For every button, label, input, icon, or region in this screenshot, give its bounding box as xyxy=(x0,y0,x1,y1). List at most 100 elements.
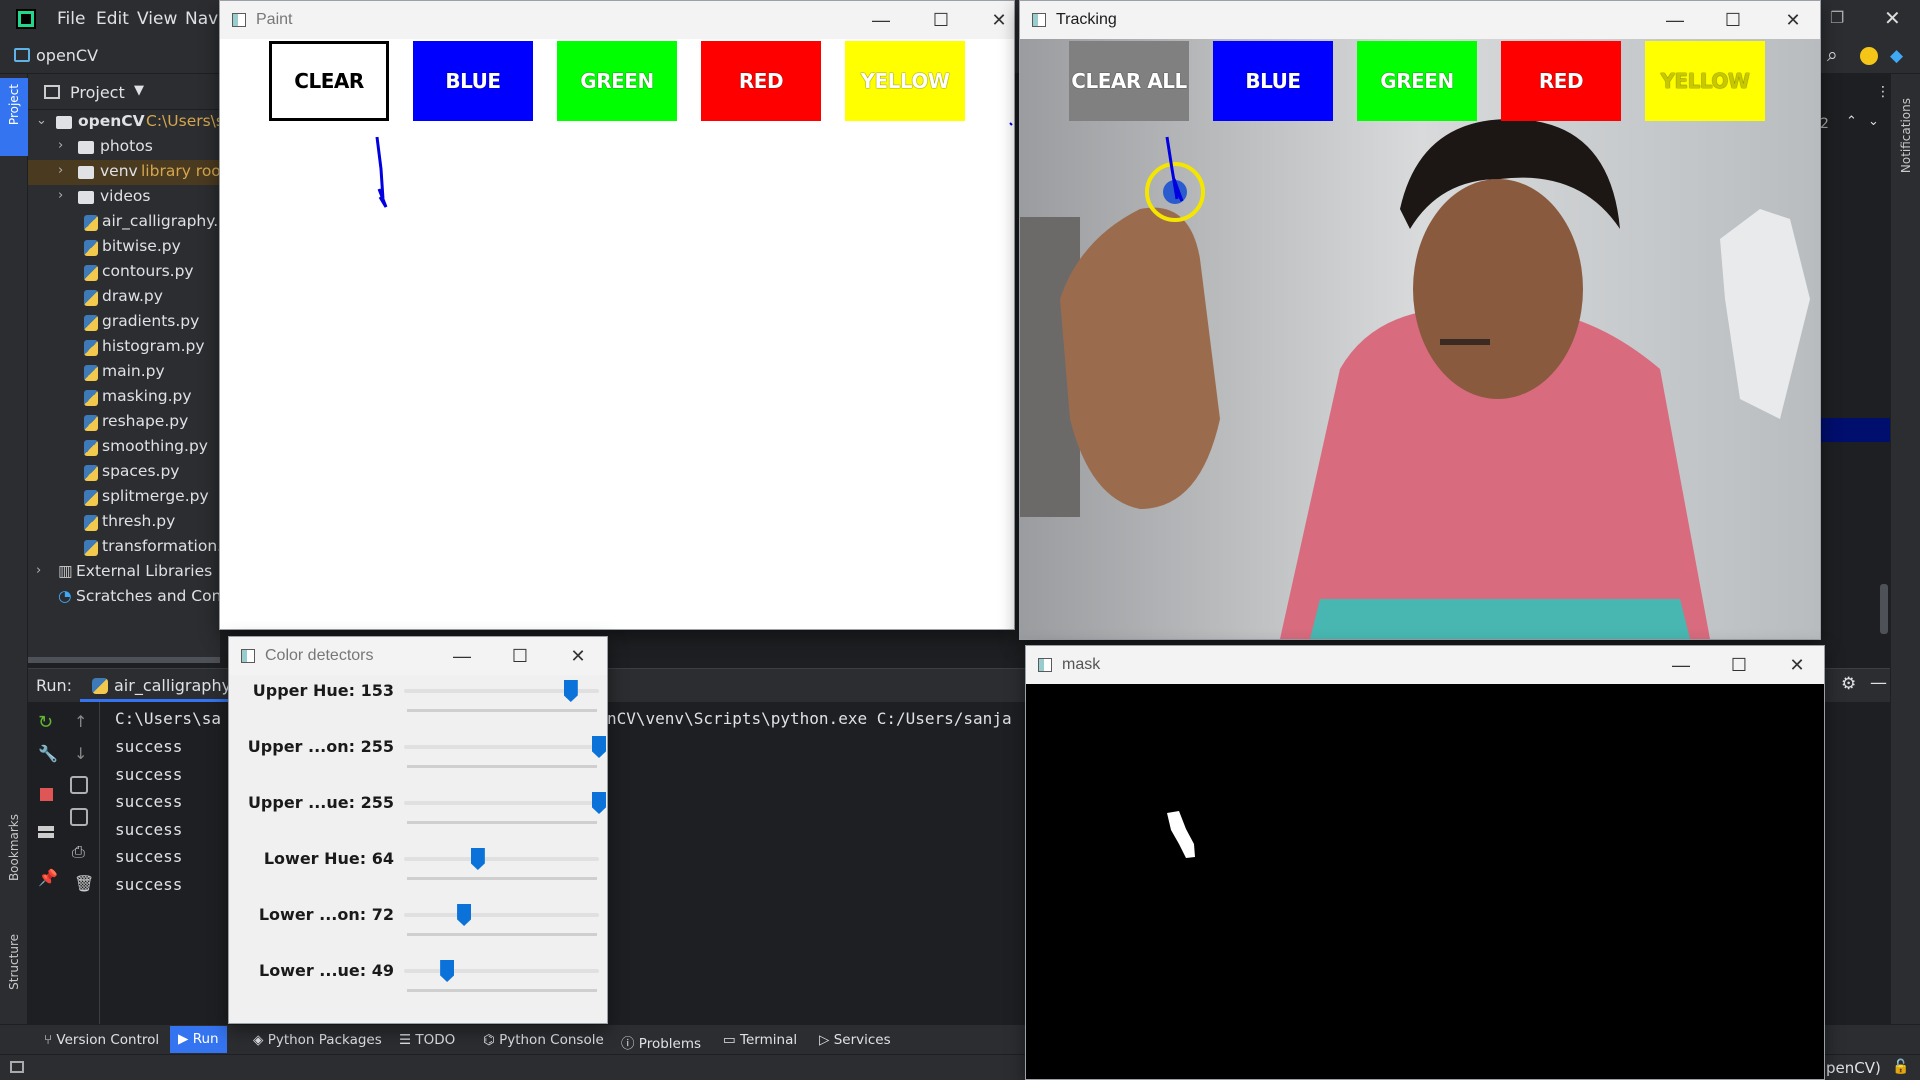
tab-python-packages[interactable]: ◈ Python Packages xyxy=(253,1032,382,1048)
more-options-icon[interactable]: ⋮ xyxy=(1876,84,1890,100)
menu-file[interactable]: File xyxy=(57,9,85,29)
chevron-right-icon[interactable]: › xyxy=(58,163,63,178)
tree-item[interactable]: air_calligraphy.p xyxy=(28,210,220,235)
trackbar-thumb[interactable] xyxy=(470,848,485,870)
tree-item[interactable]: › venv library roo xyxy=(28,160,220,185)
close-icon[interactable]: ✕ xyxy=(1782,652,1812,678)
tab-terminal[interactable]: ▭ Terminal xyxy=(723,1032,797,1048)
tree-item[interactable]: masking.py xyxy=(28,385,220,410)
color-button-clear-all[interactable]: CLEAR ALL xyxy=(1069,41,1189,121)
tree-item[interactable]: thresh.py xyxy=(28,510,220,535)
color-button-red[interactable]: RED xyxy=(1501,41,1621,121)
minimize-icon[interactable]: — xyxy=(1660,7,1690,33)
settings-gear-icon[interactable]: ⚙ xyxy=(1841,674,1856,694)
pin-icon[interactable]: 📌 xyxy=(38,868,58,887)
tree-item[interactable]: spaces.py xyxy=(28,460,220,485)
lock-icon[interactable]: 🔓 xyxy=(1892,1059,1909,1075)
project-name[interactable]: openCV xyxy=(36,46,98,65)
trackbar-track[interactable] xyxy=(404,857,599,861)
trackbar-thumb[interactable] xyxy=(440,960,455,982)
chevron-up-icon[interactable]: ⌃ xyxy=(1846,114,1857,129)
soft-wrap-icon[interactable] xyxy=(70,776,88,794)
tree-item[interactable]: reshape.py xyxy=(28,410,220,435)
print-icon[interactable]: ⎙ xyxy=(72,842,85,862)
chevron-right-icon[interactable]: › xyxy=(58,138,63,153)
color-button-green[interactable]: GREEN xyxy=(1357,41,1477,121)
minimize-icon[interactable]: — xyxy=(866,7,896,33)
color-detectors-titlebar[interactable]: Color detectors — ☐ ✕ xyxy=(229,637,607,675)
project-stripe-button[interactable]: Project xyxy=(0,78,28,156)
close-icon[interactable]: ✕ xyxy=(1884,6,1901,30)
color-button-yellow[interactable]: YELLOW xyxy=(1645,41,1765,121)
restore-icon[interactable]: ❐ xyxy=(1830,8,1844,27)
tab-services[interactable]: ▷ Services xyxy=(819,1032,891,1048)
trackbar-track[interactable] xyxy=(404,745,599,749)
wrench-icon[interactable]: 🔧 xyxy=(38,744,58,763)
structure-stripe-label[interactable]: Structure xyxy=(7,934,21,990)
search-icon[interactable]: ⌕ xyxy=(1827,44,1838,66)
trackbar-thumb[interactable] xyxy=(457,904,472,926)
stop-icon[interactable] xyxy=(40,788,53,801)
chevron-right-icon[interactable]: › xyxy=(36,563,41,578)
tree-item[interactable]: transformation.p xyxy=(28,535,220,560)
menu-view[interactable]: View xyxy=(137,9,177,29)
minimize-icon[interactable]: — xyxy=(447,643,477,669)
tree-item[interactable]: ◔ Scratches and Cons xyxy=(28,585,220,610)
menu-edit[interactable]: Edit xyxy=(96,9,129,29)
maximize-icon[interactable]: ☐ xyxy=(1724,652,1754,678)
update-icon[interactable] xyxy=(1860,47,1878,65)
trackbar-track[interactable] xyxy=(404,801,599,805)
tree-item[interactable]: › photos xyxy=(28,135,220,160)
tree-item[interactable]: main.py xyxy=(28,360,220,385)
notifications-stripe-label[interactable]: Notifications xyxy=(1899,98,1913,173)
tree-item[interactable]: › videos xyxy=(28,185,220,210)
horizontal-scrollbar[interactable] xyxy=(28,657,220,663)
menu-navigate[interactable]: Navi xyxy=(185,9,223,29)
trash-icon[interactable]: 🗑 xyxy=(74,874,94,893)
tree-item[interactable]: ⌄ openCV C:\Users\s xyxy=(28,110,220,135)
arrow-down-icon[interactable]: ↓ xyxy=(74,744,87,763)
color-button-blue[interactable]: BLUE xyxy=(1213,41,1333,121)
trackbar-thumb[interactable] xyxy=(592,792,606,814)
trackbar-thumb[interactable] xyxy=(563,680,578,702)
maximize-icon[interactable]: ☐ xyxy=(1718,7,1748,33)
tree-item[interactable]: histogram.py xyxy=(28,335,220,360)
rerun-icon[interactable]: ↻ xyxy=(38,712,53,733)
close-icon[interactable]: ✕ xyxy=(1778,7,1808,33)
jetbrains-ai-icon[interactable]: ◆ xyxy=(1890,46,1903,66)
tree-item[interactable]: bitwise.py xyxy=(28,235,220,260)
project-view-title[interactable]: Project xyxy=(70,83,125,102)
layout-icon[interactable] xyxy=(38,826,54,838)
tree-item[interactable]: › ▥ External Libraries xyxy=(28,560,220,585)
tree-item[interactable]: contours.py xyxy=(28,260,220,285)
tab-python-console[interactable]: ⌬ Python Console xyxy=(483,1032,604,1048)
bookmarks-stripe-label[interactable]: Bookmarks xyxy=(7,814,21,881)
trackbar-thumb[interactable] xyxy=(592,736,606,758)
chevron-down-icon[interactable]: ▼ xyxy=(134,83,144,98)
editor-scrollbar[interactable] xyxy=(1880,584,1888,634)
chevron-down-icon[interactable]: ⌄ xyxy=(1868,114,1879,129)
tree-item[interactable]: draw.py xyxy=(28,285,220,310)
run-tab-air-calligraphy[interactable]: air_calligraphy xyxy=(80,670,231,702)
paint-titlebar[interactable]: Paint — ☐ ✕ xyxy=(220,1,1014,39)
mask-titlebar[interactable]: mask — ☐ ✕ xyxy=(1026,646,1824,684)
arrow-up-icon[interactable]: ↑ xyxy=(74,712,87,731)
scroll-to-end-icon[interactable] xyxy=(70,808,88,826)
maximize-icon[interactable]: ☐ xyxy=(505,643,535,669)
maximize-icon[interactable]: ☐ xyxy=(926,7,956,33)
chevron-right-icon[interactable]: › xyxy=(58,188,63,203)
minimize-panel-icon[interactable]: — xyxy=(1870,673,1887,693)
paint-canvas[interactable] xyxy=(220,39,1015,629)
trackbar-track[interactable] xyxy=(404,969,599,973)
close-icon[interactable]: ✕ xyxy=(563,643,593,669)
panel-toggle-icon[interactable] xyxy=(10,1061,24,1073)
chevron-down-icon[interactable]: ⌄ xyxy=(36,113,47,128)
tree-item[interactable]: splitmerge.py xyxy=(28,485,220,510)
tree-item[interactable]: gradients.py xyxy=(28,310,220,335)
close-icon[interactable]: ✕ xyxy=(984,7,1014,33)
tracking-titlebar[interactable]: Tracking — ☐ ✕ xyxy=(1020,1,1820,39)
tree-item[interactable]: smoothing.py xyxy=(28,435,220,460)
tab-todo[interactable]: ☰ TODO xyxy=(399,1032,455,1048)
interpreter-label[interactable]: penCV) xyxy=(1826,1059,1881,1077)
tab-run[interactable]: ▶ Run xyxy=(170,1026,227,1053)
